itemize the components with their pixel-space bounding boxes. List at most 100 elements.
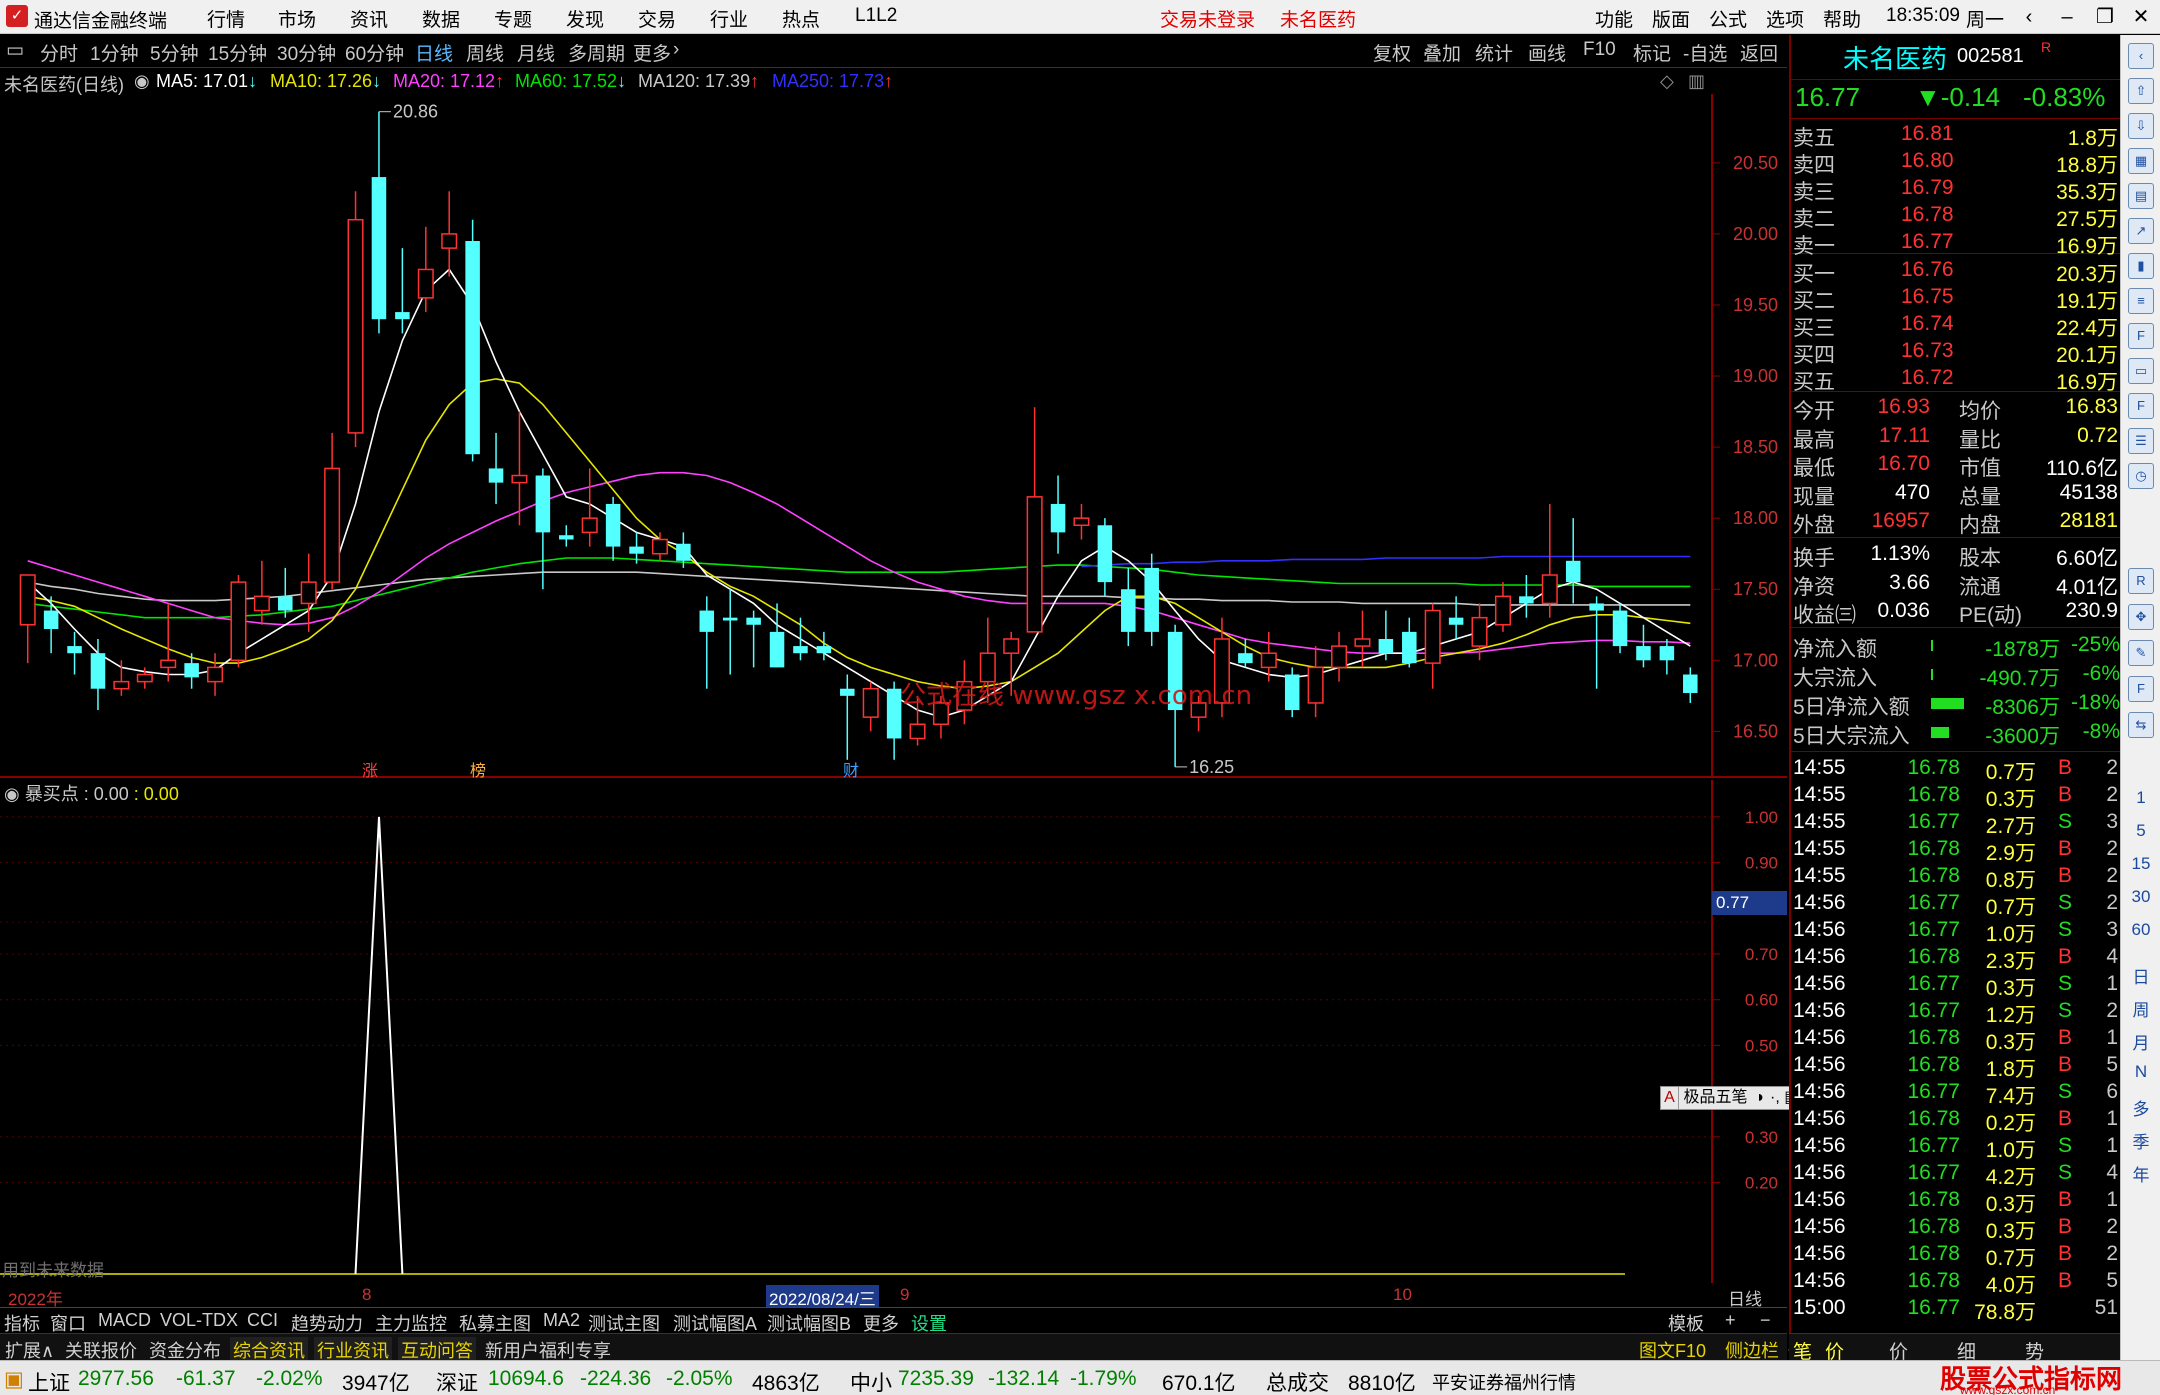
btn-draw[interactable]: 画线 [1528, 39, 1566, 66]
candle[interactable] [535, 468, 551, 590]
arrow-up-icon[interactable]: ⇧ [2128, 78, 2154, 104]
chart-layout-icon[interactable]: ▥ [1688, 71, 1705, 92]
tick-row[interactable]: 14:56 16.78 0.3万 B 1 [1791, 1025, 2122, 1054]
chart-zoom-icon[interactable]: ◇ [1660, 71, 1674, 92]
fund-row[interactable]: 净资 3.66 流通 4.01亿 [1791, 570, 2122, 599]
tick-row[interactable]: 14:55 16.78 0.8万 B 2 [1791, 863, 2122, 892]
candle[interactable] [465, 219, 480, 462]
clock-icon[interactable]: ◷ [2128, 463, 2154, 489]
candle[interactable] [1307, 646, 1324, 718]
move-icon[interactable]: ✥ [2128, 604, 2154, 630]
bid-row[interactable]: 买四 16.73 20.1万 [1791, 338, 2122, 367]
candle-icon[interactable]: ▮ [2128, 253, 2154, 279]
tick-row[interactable]: 14:55 16.78 0.7万 B 2 [1791, 755, 2122, 784]
menu-options[interactable]: 选项 [1766, 5, 1804, 32]
btn-return[interactable]: 返回 [1740, 39, 1778, 66]
back-icon[interactable]: ‹ [2012, 4, 2046, 30]
tick-row[interactable]: 14:56 16.78 0.2万 B 1 [1791, 1106, 2122, 1135]
candle[interactable] [1636, 624, 1651, 668]
zx-name[interactable]: 中小 [850, 1367, 892, 1395]
candle[interactable] [90, 638, 106, 711]
candle[interactable] [324, 432, 341, 590]
tab-ma2[interactable]: MA2 [543, 1310, 580, 1331]
ask-row[interactable]: 卖二 16.78 27.5万 [1791, 202, 2122, 231]
candle[interactable] [559, 525, 574, 547]
candle[interactable] [278, 567, 293, 618]
ask-row[interactable]: 卖四 16.80 18.8万 [1791, 148, 2122, 177]
tab-macd[interactable]: MACD [98, 1310, 151, 1331]
kline-chart[interactable]: 16.50 17.00 17.50 18.00 18.50 19.00 19.50 20.00… [0, 94, 1787, 778]
period-shortcut[interactable]: 月 [2121, 1029, 2160, 1054]
period-shortcut[interactable]: 季 [2121, 1128, 2160, 1153]
candle[interactable] [1519, 575, 1534, 618]
stat-row[interactable]: 最高 17.11 量比 0.72 [1791, 423, 2122, 452]
candle[interactable] [1073, 503, 1090, 540]
sh-name[interactable]: 上证 [28, 1367, 70, 1395]
period-shortcut[interactable]: 多 [2121, 1095, 2160, 1120]
period-more[interactable]: 更多 [633, 39, 671, 66]
tick-row[interactable]: 14:56 16.77 1.0万 S 3 [1791, 917, 2122, 946]
arrow-down-icon[interactable]: ⇩ [2128, 113, 2154, 139]
swap-icon[interactable]: ⇆ [2128, 712, 2154, 738]
tick-row[interactable]: 14:55 16.78 0.3万 B 2 [1791, 782, 2122, 811]
candle[interactable] [1402, 617, 1417, 668]
period-monthly[interactable]: 月线 [517, 39, 555, 66]
menu-market-quotes[interactable]: 行情 [207, 5, 245, 32]
candle[interactable] [1683, 667, 1698, 703]
candle[interactable] [840, 674, 855, 760]
period-30min[interactable]: 30分钟 [277, 39, 336, 66]
period-shortcut[interactable]: 1 [2121, 788, 2160, 808]
menu-market[interactable]: 市场 [278, 5, 316, 32]
menu-industry[interactable]: 行业 [710, 5, 748, 32]
ask-row[interactable]: 卖三 16.79 35.3万 [1791, 175, 2122, 204]
rsi-icon[interactable]: R [2128, 568, 2154, 594]
bid-row[interactable]: 买五 16.72 16.9万 [1791, 365, 2122, 394]
candle[interactable] [1424, 603, 1441, 689]
tab-vol-tdx[interactable]: VOL-TDX [160, 1310, 238, 1331]
ime-punct-icon[interactable]: ·, [1770, 1089, 1780, 1106]
doc-icon[interactable]: ▭ [2128, 358, 2154, 384]
candle[interactable] [1050, 475, 1066, 554]
index-icon[interactable]: ▣ [4, 1367, 24, 1392]
candle[interactable] [746, 610, 761, 668]
candle[interactable] [1284, 667, 1300, 718]
btn-stats[interactable]: 统计 [1475, 39, 1513, 66]
candle[interactable] [113, 660, 130, 696]
candle[interactable] [1541, 503, 1558, 618]
menu-topics[interactable]: 专题 [494, 5, 532, 32]
candle[interactable] [1494, 582, 1511, 632]
line-chart-icon[interactable]: ↗ [2128, 218, 2154, 244]
tick-row[interactable]: 14:56 16.77 0.3万 S 1 [1791, 971, 2122, 1000]
fund-row[interactable]: 换手 1.13% 股本 6.60亿 [1791, 541, 2122, 570]
menu-help[interactable]: 帮助 [1823, 5, 1861, 32]
stat-row[interactable]: 现量 470 总量 45138 [1791, 480, 2122, 509]
candle[interactable] [207, 653, 224, 696]
period-shortcut[interactable]: 5 [2121, 821, 2160, 841]
candle[interactable] [1331, 631, 1348, 682]
fund-row[interactable]: 收益㈢ 0.036 PE(动) 230.9 [1791, 598, 2122, 627]
trade-login-status[interactable]: 交易未登录 [1160, 5, 1255, 32]
btn-mark[interactable]: 标记 [1633, 39, 1671, 66]
candle[interactable] [441, 191, 458, 277]
fin-icon[interactable]: F [2128, 323, 2154, 349]
period-1min[interactable]: 1分钟 [90, 39, 139, 66]
tick-row[interactable]: 14:55 16.78 2.9万 B 2 [1791, 836, 2122, 865]
flow-row[interactable]: 5日净流入额 -8306万 -18% [1791, 690, 2122, 719]
ask-row[interactable]: 卖一 16.77 16.9万 [1791, 229, 2122, 258]
candle[interactable] [1378, 610, 1394, 661]
period-15min[interactable]: 15分钟 [208, 39, 267, 66]
menu-l1l2[interactable]: L1L2 [855, 5, 897, 27]
btn-f10[interactable]: F10 [1583, 39, 1616, 61]
candle[interactable] [230, 575, 247, 668]
candle[interactable] [1121, 567, 1136, 647]
tick-row[interactable]: 14:56 16.77 0.7万 S 2 [1791, 890, 2122, 919]
period-multi[interactable]: 多周期 [568, 39, 625, 66]
list-icon[interactable]: ≡ [2128, 288, 2154, 314]
toolbar-dropdown-icon[interactable]: ▭ [6, 39, 24, 62]
tick-row[interactable]: 14:56 16.78 0.3万 B 1 [1791, 1187, 2122, 1216]
menu-discover[interactable]: 发现 [566, 5, 604, 32]
stat-row[interactable]: 最低 16.70 市值 110.6亿 [1791, 451, 2122, 480]
candle[interactable] [395, 248, 410, 334]
tick-row[interactable]: 14:56 16.78 2.3万 B 4 [1791, 944, 2122, 973]
candle[interactable] [1097, 518, 1113, 597]
